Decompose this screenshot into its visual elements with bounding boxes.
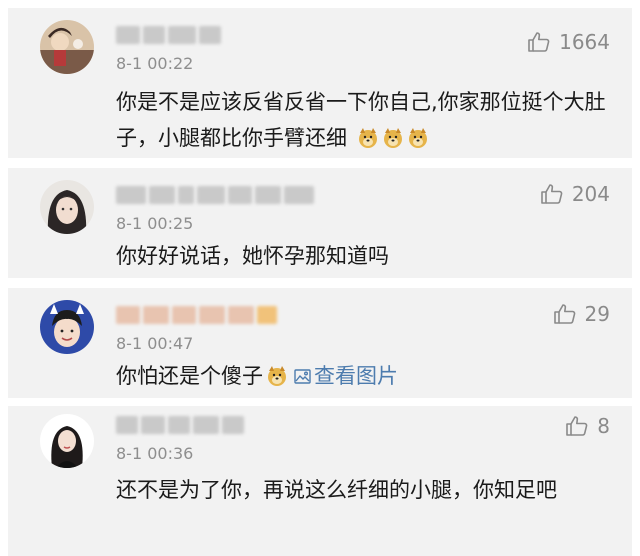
blurred-username[interactable] <box>116 304 277 326</box>
like-count: 29 <box>584 302 610 326</box>
thumbs-up-icon <box>540 182 564 206</box>
like-count: 1664 <box>559 30 610 54</box>
like-count: 204 <box>571 182 610 206</box>
comment-card: 8-1 00:47 29 你怕还是个傻子 查看图片 <box>8 288 632 398</box>
comment-text-block: 你好好说话，她怀孕那知道吗 <box>116 238 614 274</box>
avatar[interactable] <box>40 300 94 354</box>
comment-time: 8-1 00:36 <box>116 444 194 463</box>
comment-list: 8-1 00:22 1664 你是不是应该反省反省一下你自己,你家那位挺个大肚子… <box>0 0 640 556</box>
like-button[interactable]: 8 <box>565 414 610 438</box>
avatar[interactable] <box>40 20 94 74</box>
doge-emoji-icon <box>407 124 429 148</box>
like-button[interactable]: 29 <box>553 302 610 326</box>
thumbs-up-icon <box>565 414 589 438</box>
avatar[interactable] <box>40 180 94 234</box>
doge-emoji-icon <box>357 124 379 148</box>
view-image-link[interactable]: 查看图片 <box>294 364 398 388</box>
comment-time: 8-1 00:25 <box>116 214 194 233</box>
comment-card: 8-1 00:25 204 你好好说话，她怀孕那知道吗 <box>8 168 632 278</box>
comment-time: 8-1 00:22 <box>116 54 194 73</box>
comment-time: 8-1 00:47 <box>116 334 194 353</box>
blurred-username[interactable] <box>116 184 314 206</box>
avatar[interactable] <box>40 414 94 468</box>
comment-text-block: 你怕还是个傻子 查看图片 <box>116 358 614 394</box>
like-button[interactable]: 1664 <box>527 30 610 54</box>
comment-text: 你怕还是个傻子 <box>116 364 263 388</box>
blurred-username[interactable] <box>116 24 221 46</box>
comment-card: 8-1 00:36 8 还不是为了你，再说这么纤细的小腿，你知足吧 <box>8 406 632 556</box>
doge-emoji-icon <box>266 362 288 386</box>
like-count: 8 <box>597 414 610 438</box>
like-button[interactable]: 204 <box>540 182 610 206</box>
comment-text: 你好好说话，她怀孕那知道吗 <box>116 244 389 268</box>
comment-text-block: 还不是为了你，再说这么纤细的小腿，你知足吧 <box>116 472 614 508</box>
comment-text-block: 你是不是应该反省反省一下你自己,你家那位挺个大肚子，小腿都比你手臂还细 <box>116 84 614 156</box>
comment-card: 8-1 00:22 1664 你是不是应该反省反省一下你自己,你家那位挺个大肚子… <box>8 8 632 158</box>
doge-emoji-icon <box>382 124 404 148</box>
picture-icon <box>294 359 311 384</box>
thumbs-up-icon <box>553 302 577 326</box>
comment-text: 还不是为了你，再说这么纤细的小腿，你知足吧 <box>116 478 557 502</box>
blurred-username[interactable] <box>116 414 244 436</box>
view-image-label: 查看图片 <box>314 364 398 388</box>
thumbs-up-icon <box>527 30 551 54</box>
